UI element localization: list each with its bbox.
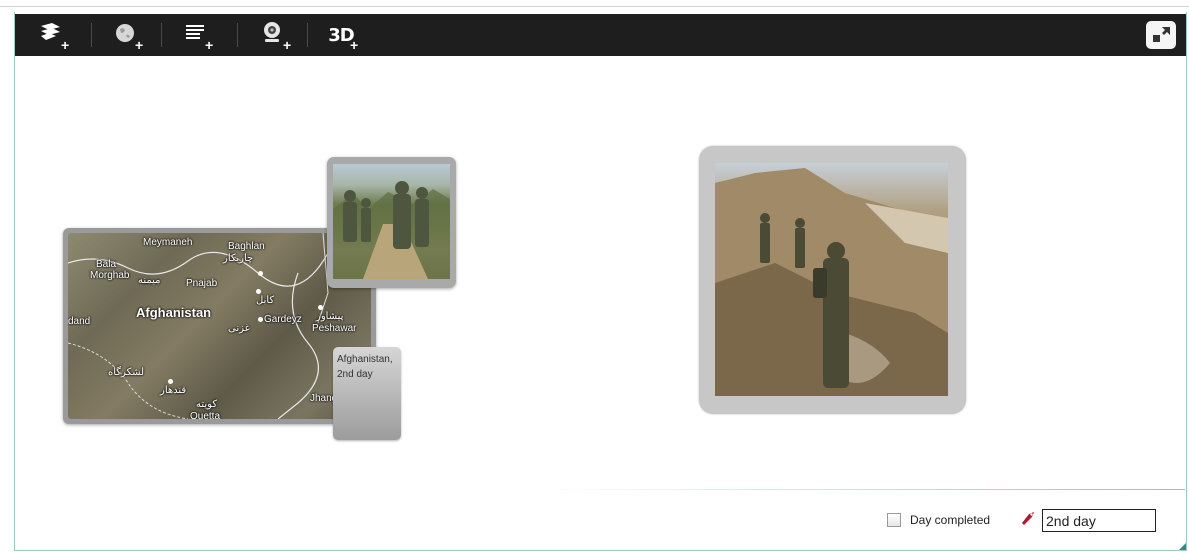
map-label-country: Afghanistan xyxy=(136,305,212,320)
map-label: چاریکار xyxy=(223,253,254,264)
city-marker xyxy=(258,271,263,276)
mountain-photo-art xyxy=(715,168,948,396)
add-layout-button[interactable]: + xyxy=(29,14,73,56)
toolbar: + + + + 3D + xyxy=(15,14,1186,56)
toolbar-separator xyxy=(237,23,238,47)
map-label: Bala xyxy=(96,259,117,270)
tag-icon xyxy=(1020,510,1036,531)
map-label: لشکرگاه xyxy=(108,367,145,378)
toolbar-separator xyxy=(91,23,92,47)
webcam-icon xyxy=(259,20,285,51)
map-label: غزنی xyxy=(228,323,250,334)
plus-badge: + xyxy=(350,37,359,53)
map-label: میمنه xyxy=(138,275,161,286)
map-label: Peshawar xyxy=(312,323,357,334)
fullscreen-button[interactable] xyxy=(1146,21,1176,49)
map-label: Quetta xyxy=(190,411,221,419)
day-completed-control[interactable]: Day completed xyxy=(887,509,990,531)
day-completed-checkbox[interactable] xyxy=(887,513,901,527)
toolbar-separator xyxy=(307,23,308,47)
top-rule xyxy=(0,6,1189,7)
day-name-input[interactable] xyxy=(1042,509,1156,532)
city-marker xyxy=(168,379,173,384)
day-label-card[interactable]: Afghanistan, 2nd day xyxy=(333,347,401,440)
map-label: Morghab xyxy=(90,270,130,281)
list-icon xyxy=(183,22,207,49)
city-marker xyxy=(318,305,323,310)
map-label: قندهار xyxy=(160,385,187,396)
map-label: Gardeyz xyxy=(264,314,302,325)
soldiers-photo xyxy=(333,164,450,279)
map-label: کابل xyxy=(256,295,275,306)
plus-badge: + xyxy=(61,37,70,53)
add-globe-button[interactable]: + xyxy=(103,14,147,56)
map-label: Pnajab xyxy=(186,278,218,289)
add-list-button[interactable]: + xyxy=(173,14,217,56)
map-label: Baghlan xyxy=(228,241,265,252)
plus-badge: + xyxy=(205,37,214,53)
soldiers-photo-card[interactable] xyxy=(327,157,456,288)
city-marker xyxy=(258,317,263,322)
add-3d-button[interactable]: 3D + xyxy=(319,14,363,56)
resize-handle[interactable] xyxy=(1179,543,1186,550)
day-completed-label: Day completed xyxy=(910,513,991,527)
day-label-text: Afghanistan, 2nd day xyxy=(337,354,393,380)
add-webcam-button[interactable]: + xyxy=(249,14,295,56)
toolbar-separator xyxy=(161,23,162,47)
map-label: dand xyxy=(68,316,91,327)
plus-badge: + xyxy=(135,37,144,53)
soldiers-photo-art xyxy=(333,181,450,279)
mountain-photo-card[interactable] xyxy=(699,146,966,414)
globe-icon xyxy=(113,21,137,50)
afghanistan-map: Meymaneh Baghlan Bala Morghab Pnajab Afg… xyxy=(68,233,371,419)
plus-badge: + xyxy=(283,37,292,53)
tag-icon-wrapper xyxy=(1020,509,1036,531)
map-label: Meymaneh xyxy=(143,237,193,248)
map-label: کویته xyxy=(196,399,218,410)
city-marker xyxy=(256,289,261,294)
map-label: پیشاور xyxy=(316,311,344,322)
fullscreen-icon xyxy=(1146,27,1176,53)
mountain-photo xyxy=(715,163,948,396)
divider xyxy=(540,489,1185,490)
